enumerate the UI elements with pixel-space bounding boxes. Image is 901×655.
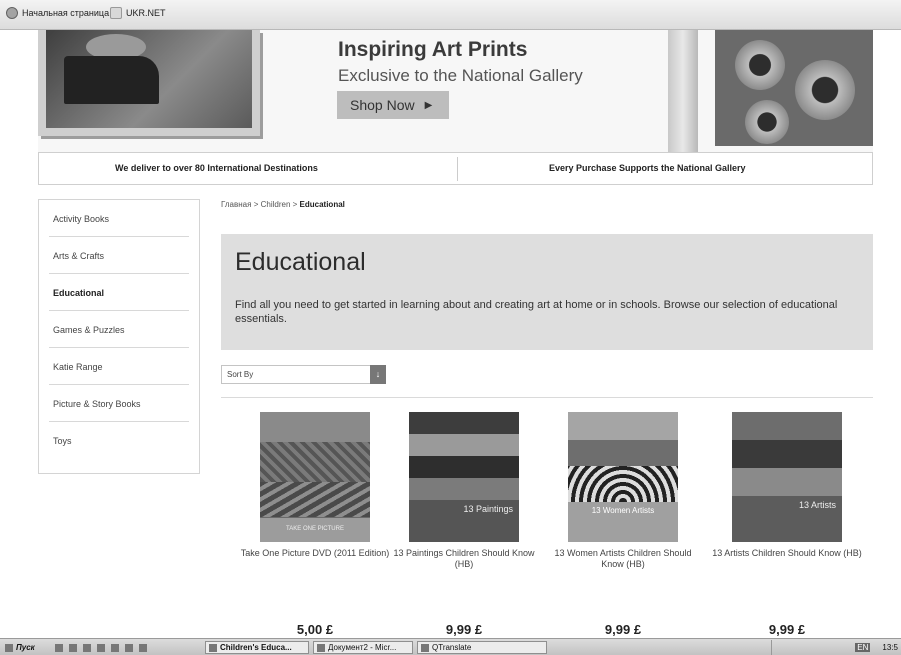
favorite-label: Начальная страница — [22, 8, 110, 18]
quick-launch — [52, 641, 150, 654]
divider — [457, 157, 458, 181]
taskbar-window-label: QTranslate — [432, 643, 472, 652]
product-title[interactable]: 13 Paintings Children Should Know (HB) — [389, 548, 539, 588]
play-arrow-icon: ▶ — [424, 99, 433, 111]
hero-title: Inspiring Art Prints — [338, 38, 528, 61]
sort-by-label: Sort By — [227, 370, 254, 379]
product-cover-image[interactable]: 13 Women Artists — [568, 412, 678, 542]
painting-train-shape — [64, 56, 159, 104]
windows-logo-icon — [5, 643, 13, 652]
product-title[interactable]: Take One Picture DVD (2011 Edition) — [240, 548, 390, 588]
app-icon[interactable] — [97, 643, 105, 652]
promo-strip: We deliver to over 80 International Dest… — [38, 152, 873, 185]
sunflower-shape — [745, 100, 789, 144]
word-icon[interactable] — [139, 643, 147, 652]
qtranslate-icon — [421, 643, 429, 652]
breadcrumb-current: Educational — [299, 200, 345, 209]
favorites-bar: Начальная страница UKR.NET — [0, 0, 901, 30]
sort-by-select[interactable]: Sort By ↓ — [221, 365, 386, 384]
taskbar-window-label: Документ2 - Micr... — [328, 643, 397, 652]
taskbar-window-browser[interactable]: Children's Educa... — [205, 641, 309, 654]
page-title: Educational — [235, 248, 366, 276]
save-icon[interactable] — [69, 643, 77, 652]
page-icon — [110, 7, 122, 19]
breadcrumb-separator: > — [292, 200, 298, 209]
taskbar-window-qtranslate[interactable]: QTranslate — [417, 641, 547, 654]
shop-now-button[interactable]: Shop Now ▶ — [337, 91, 449, 119]
browser-icon[interactable] — [83, 643, 91, 652]
product-price: 9,99 £ — [604, 622, 642, 637]
sidebar-item-toys[interactable]: Toys — [49, 422, 189, 459]
sunflower-shape — [795, 60, 855, 120]
product-card[interactable]: 13 Women Artists 13 Women Artists Childr… — [548, 412, 698, 588]
windows-taskbar: Пуск Children's Educa... Документ2 - Mic… — [0, 638, 901, 655]
product-price: 5,00 £ — [296, 622, 334, 637]
app-icon[interactable] — [125, 643, 133, 652]
start-label: Пуск — [16, 643, 35, 652]
support-text: Every Purchase Supports the National Gal… — [549, 163, 746, 173]
breadcrumb-separator: > — [253, 200, 259, 209]
sunflower-shape — [735, 40, 785, 90]
product-cover-image[interactable]: 13 Paintings — [409, 412, 519, 542]
desktop-icon[interactable] — [55, 643, 63, 652]
cover-title: 13 Women Artists — [568, 502, 678, 542]
product-card[interactable]: 13 Artists 13 Artists Children Should Kn… — [712, 412, 862, 588]
painting-train-image — [38, 30, 260, 136]
product-card[interactable]: 13 Paintings 13 Paintings Children Shoul… — [389, 412, 539, 588]
delivery-text: We deliver to over 80 International Dest… — [115, 163, 318, 173]
sunflowers-painting-image — [715, 30, 873, 146]
word-icon — [317, 643, 325, 652]
language-indicator[interactable]: EN — [855, 643, 871, 652]
ie-icon — [209, 643, 217, 652]
breadcrumb-children[interactable]: Children — [261, 200, 291, 209]
shop-now-label: Shop Now — [350, 97, 415, 113]
favorite-link-home[interactable]: Начальная страница — [6, 7, 109, 19]
product-cover-image[interactable]: 13 Artists — [732, 412, 842, 542]
divider — [221, 397, 873, 398]
product-title[interactable]: 13 Women Artists Children Should Know (H… — [548, 548, 698, 588]
category-header: Educational Find all you need to get sta… — [221, 234, 873, 350]
favorite-link-ukrnet[interactable]: UKR.NET — [110, 7, 166, 19]
product-price: 9,99 £ — [768, 622, 806, 637]
breadcrumb: Главная > Children > Educational — [221, 200, 345, 209]
taskbar-window-label: Children's Educa... — [220, 643, 292, 652]
cover-title: TAKE ONE PICTURE — [260, 518, 370, 542]
sidebar-item-katie-range[interactable]: Katie Range — [49, 348, 189, 385]
product-price: 9,99 £ — [445, 622, 483, 637]
ie-page-icon — [6, 7, 18, 19]
breadcrumb-home[interactable]: Главная — [221, 200, 251, 209]
system-tray: EN 13:5 — [771, 640, 901, 655]
cover-title: 13 Paintings — [409, 500, 519, 542]
hero-subtitle: Exclusive to the National Gallery — [338, 66, 583, 85]
hero-banner: Inspiring Art Prints Exclusive to the Na… — [38, 30, 873, 152]
product-cover-image[interactable]: TAKE ONE PICTURE — [260, 412, 370, 542]
sidebar-item-games-puzzles[interactable]: Games & Puzzles — [49, 311, 189, 348]
sort-direction-icon[interactable]: ↓ — [370, 365, 386, 384]
frame-edge-image — [668, 30, 698, 152]
sidebar-item-activity-books[interactable]: Activity Books — [49, 200, 189, 237]
clock[interactable]: 13:5 — [882, 643, 898, 652]
product-title[interactable]: 13 Artists Children Should Know (HB) — [712, 548, 862, 588]
category-sidebar: Activity Books Arts & Crafts Educational… — [38, 199, 200, 474]
sidebar-item-arts-crafts[interactable]: Arts & Crafts — [49, 237, 189, 274]
product-card[interactable]: TAKE ONE PICTURE Take One Picture DVD (2… — [240, 412, 390, 588]
category-description: Find all you need to get started in lear… — [235, 299, 838, 325]
favorite-label: UKR.NET — [126, 8, 166, 18]
cover-title: 13 Artists — [732, 496, 842, 542]
sidebar-item-educational[interactable]: Educational — [49, 274, 189, 311]
sidebar-item-picture-story-books[interactable]: Picture & Story Books — [49, 385, 189, 422]
taskbar-window-word[interactable]: Документ2 - Micr... — [313, 641, 413, 654]
app-icon[interactable] — [111, 643, 119, 652]
start-button[interactable]: Пуск — [2, 641, 38, 654]
